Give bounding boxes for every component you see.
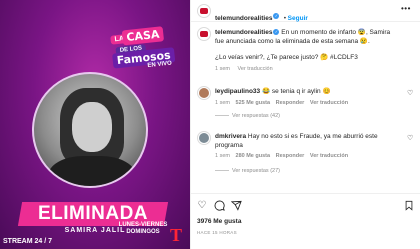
replies-divider: [215, 170, 229, 172]
telemundo-logo-icon: T: [170, 225, 183, 245]
caption-line-2: fue anunciada como la eliminada de esta …: [215, 37, 370, 45]
caption-username[interactable]: telemundorealities: [215, 29, 272, 36]
comment-like-icon[interactable]: ♡: [407, 134, 413, 142]
follow-button[interactable]: Seguir: [288, 15, 308, 22]
comment-likes[interactable]: 280 Me gusta: [236, 153, 271, 159]
comment-username[interactable]: leydipaulino33: [215, 88, 260, 95]
more-options-icon[interactable]: •••: [401, 4, 411, 13]
caption-line-1: En un momento de infarto 😨, Samira: [281, 29, 391, 36]
reply-button[interactable]: Responder: [276, 100, 305, 106]
like-icon[interactable]: ♡: [196, 199, 208, 211]
verified-icon: ✓: [273, 12, 280, 19]
view-replies-link[interactable]: Ver respuestas (27): [215, 168, 280, 174]
account-username[interactable]: telemundorealities: [215, 15, 272, 22]
comment-text-line-2: programa: [215, 141, 243, 149]
commenter-avatar[interactable]: [197, 131, 211, 145]
commenter-avatar[interactable]: [197, 86, 211, 100]
account-avatar[interactable]: [197, 4, 211, 18]
view-replies-label[interactable]: Ver respuestas (27): [232, 168, 280, 174]
show-logo: LA CASA DE LOS Famosos EN VIVO: [110, 24, 184, 77]
save-icon[interactable]: [403, 199, 415, 211]
comment-likes[interactable]: 525 Me gusta: [236, 100, 271, 106]
view-replies-link[interactable]: Ver respuestas (42): [215, 113, 280, 119]
comment-username[interactable]: dmkrivera: [215, 133, 246, 140]
likes-count[interactable]: 3976 Me gusta: [197, 218, 241, 225]
schedule-label: LUNES-VIERNES DOMINGOS: [118, 222, 168, 235]
caption-avatar[interactable]: [197, 27, 211, 41]
contestant-portrait: [32, 72, 148, 188]
action-bar: ♡ 3976 Me gusta HACE 15 HORAS: [191, 193, 420, 249]
comment-text: 😂 se tenia q ir aylin 😊: [261, 88, 331, 95]
comment-like-icon[interactable]: ♡: [407, 89, 413, 97]
comment-time[interactable]: 1 sem: [215, 100, 230, 106]
view-replies-label[interactable]: Ver respuestas (42): [232, 113, 280, 119]
comment-text: Hay no esto si es Fraude, ya me aburrió …: [247, 133, 378, 140]
verified-icon: ✓: [273, 29, 280, 36]
caption-translate-link[interactable]: Ver traducción: [238, 66, 273, 72]
caption-time[interactable]: 1 sem: [215, 66, 230, 72]
post-timestamp[interactable]: HACE 15 HORAS: [197, 230, 237, 235]
comment-translate-link[interactable]: Ver traducción: [310, 153, 348, 159]
stream-label: STREAM 24 / 7: [3, 238, 53, 245]
replies-divider: [215, 115, 229, 117]
logo-casa: CASA: [121, 26, 165, 46]
caption-line-3: ¿Lo veías venir?, ¿Te parece justo? 🤔 #L…: [215, 54, 358, 61]
share-icon[interactable]: [230, 199, 242, 211]
comment-icon[interactable]: [213, 199, 225, 211]
logo-en-vivo: EN VIVO: [147, 60, 173, 70]
reply-button[interactable]: Responder: [276, 153, 305, 159]
comment-time[interactable]: 1 sem: [215, 153, 230, 159]
post-image[interactable]: LA CASA DE LOS Famosos EN VIVO ELIMINADA…: [0, 0, 190, 249]
comment-translate-link[interactable]: Ver traducción: [310, 100, 348, 106]
post-panel: telemundorealities ✓ • Seguir ••• telemun…: [190, 0, 420, 249]
post-header: telemundorealities ✓ • Seguir •••: [191, 0, 420, 22]
